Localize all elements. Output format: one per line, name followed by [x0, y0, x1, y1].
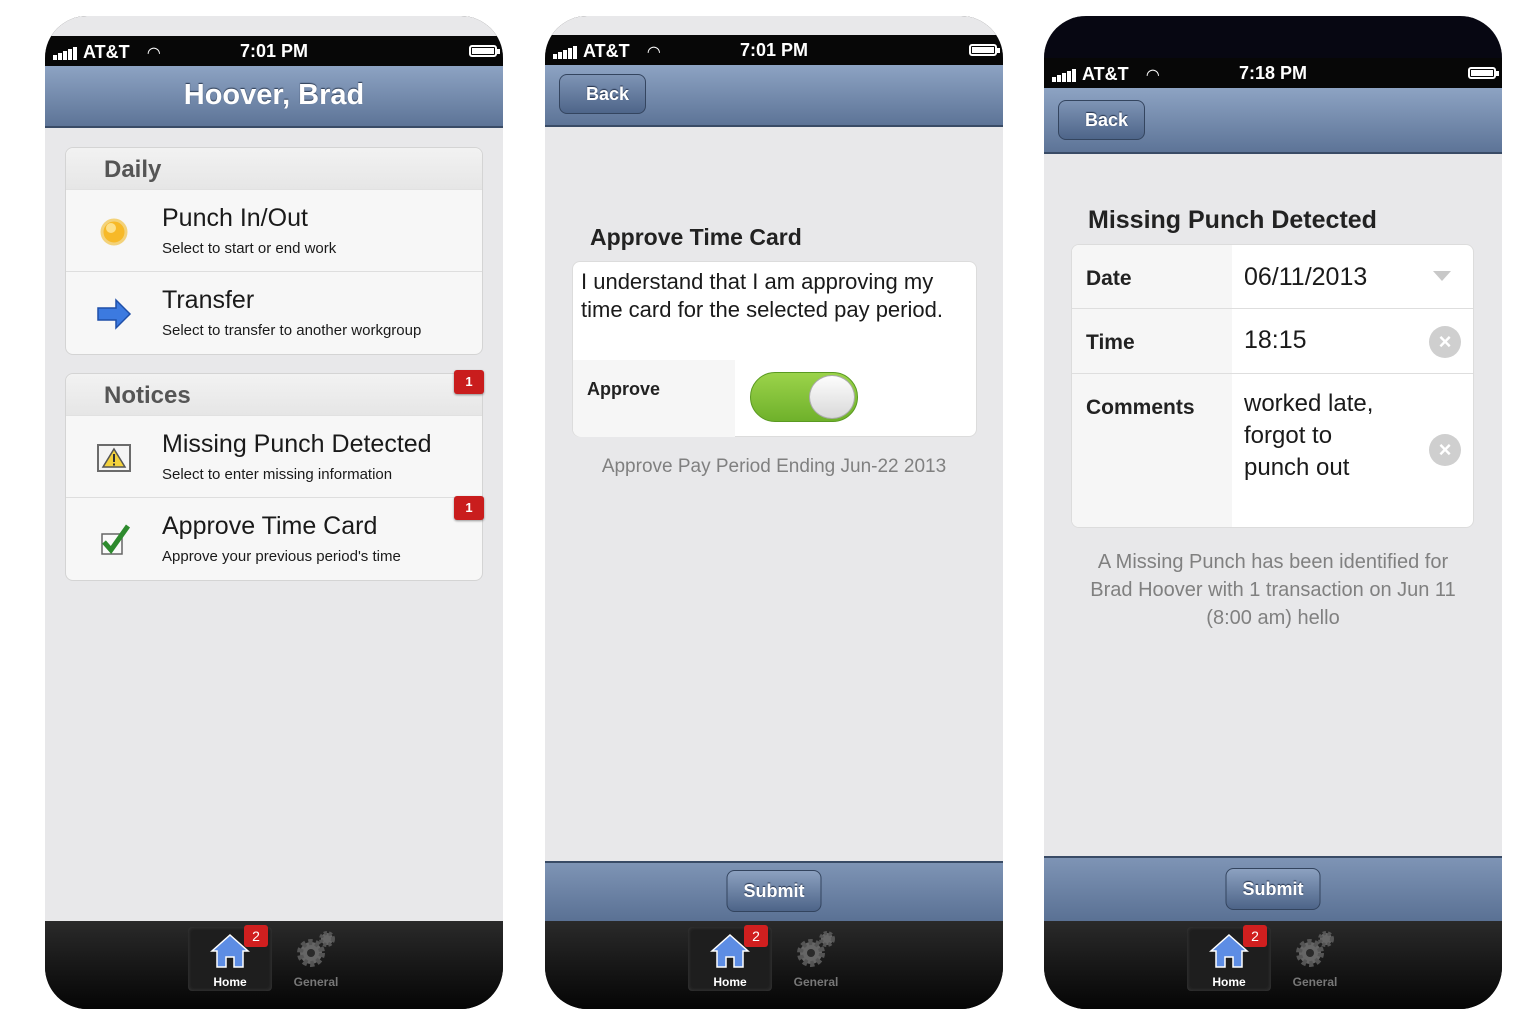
tab-general[interactable]: General: [1273, 927, 1357, 991]
arrow-right-icon: [97, 298, 132, 330]
approve-statement: I understand that I am approving my time…: [581, 269, 943, 322]
tab-home[interactable]: 2 Home: [1187, 925, 1271, 991]
date-label: Date: [1072, 245, 1232, 308]
sun-icon: [100, 218, 128, 246]
comments-value[interactable]: worked late, forgot to punch out: [1244, 388, 1404, 484]
tab-home[interactable]: 2 Home: [688, 925, 772, 991]
page-title: Hoover, Brad: [183, 79, 365, 111]
clear-comments-icon[interactable]: ×: [1429, 434, 1461, 466]
approve-label: Approve: [587, 379, 661, 399]
phone-screen-approve: AT&T ◠ 7:01 PM Back Approve Time Card I …: [545, 16, 1003, 1009]
daily-header: Daily: [66, 148, 482, 190]
missing-punch-note: A Missing Punch has been identified for …: [1090, 551, 1456, 629]
time-label: Time: [1072, 309, 1232, 373]
status-bar: AT&T ◠ 7:01 PM: [545, 35, 1003, 65]
tab-home[interactable]: 2 Home: [188, 925, 272, 991]
list-item-punch[interactable]: Punch In/Out Select to start or end work: [66, 190, 482, 272]
tab-general-label: General: [793, 975, 839, 989]
list-item-subtitle: Approve your previous period's time: [162, 548, 401, 565]
battery-icon: [469, 45, 500, 57]
nav-bar: Back: [1044, 88, 1502, 154]
date-value[interactable]: 06/11/2013: [1244, 263, 1367, 292]
list-item-subtitle: Select to enter missing information: [162, 466, 393, 483]
status-time: 7:01 PM: [239, 41, 309, 61]
phone-screen-home: AT&T ◠ 7:01 PM Hoover, Brad Daily Punch …: [45, 16, 503, 1009]
back-button[interactable]: Back: [1058, 100, 1146, 140]
phone-screen-missing-punch: AT&T ◠ 7:18 PM Back Missing Punch Detect…: [1044, 16, 1502, 1009]
nav-bar: Hoover, Brad: [45, 66, 503, 128]
comments-label: Comments: [1072, 374, 1232, 527]
punch-form: Date 06/11/2013 Time 18:15 × Comments wo…: [1071, 244, 1474, 528]
warning-icon: [97, 444, 131, 472]
home-screen: AT&T ◠ 7:01 PM Hoover, Brad Daily Punch …: [45, 16, 503, 921]
bottom-toolbar: Submit: [545, 861, 1003, 921]
list-item-subtitle: Select to start or end work: [162, 240, 337, 257]
tab-bar: 2 Home General: [545, 921, 1003, 1009]
bottom-toolbar: Submit: [1044, 856, 1502, 921]
section-title: Approve Time Card: [590, 224, 802, 250]
toggle-knob: [809, 375, 855, 419]
submit-button[interactable]: Submit: [726, 870, 822, 912]
tab-bar: 2 Home General: [45, 921, 503, 1009]
list-item-title: Approve Time Card: [162, 512, 378, 540]
gear-icon: [797, 931, 835, 967]
chevron-down-icon[interactable]: [1433, 271, 1451, 283]
home-badge: 2: [744, 925, 768, 947]
submit-button[interactable]: Submit: [1225, 868, 1321, 910]
battery-icon: [969, 44, 1000, 56]
approve-toggle[interactable]: [750, 372, 858, 422]
list-item-missing-punch[interactable]: Missing Punch Detected Select to enter m…: [66, 416, 482, 498]
status-time: 7:18 PM: [1238, 63, 1308, 83]
time-row: Time 18:15 ×: [1072, 309, 1473, 374]
tab-general-label: General: [293, 975, 339, 989]
pay-period-note: Approve Pay Period Ending Jun-22 2013: [601, 456, 947, 477]
notices-header: Notices: [66, 374, 482, 416]
time-value[interactable]: 18:15: [1244, 326, 1307, 355]
gear-icon: [297, 931, 335, 967]
approve-card: I understand that I am approving my time…: [572, 261, 977, 437]
tab-general[interactable]: General: [774, 927, 858, 991]
tab-home-label: Home: [1212, 975, 1246, 989]
section-title: Missing Punch Detected: [1088, 206, 1377, 234]
notices-group: Notices 1 Missing Punch Detected Select …: [65, 370, 484, 581]
list-item-approve[interactable]: 1 Approve Time Card Approve your previou…: [66, 496, 484, 580]
approve-screen: AT&T ◠ 7:01 PM Back Approve Time Card I …: [545, 16, 1003, 921]
tab-home-label: Home: [213, 975, 247, 989]
status-time: 7:01 PM: [739, 40, 809, 60]
comments-row: Comments worked late, forgot to punch ou…: [1072, 374, 1473, 527]
list-item-title: Punch In/Out: [162, 204, 308, 232]
checkmark-icon: [101, 524, 131, 555]
gear-icon: [1296, 931, 1334, 967]
missing-punch-screen: AT&T ◠ 7:18 PM Back Missing Punch Detect…: [1044, 16, 1502, 921]
notices-badge: 1: [454, 370, 484, 394]
date-row: Date 06/11/2013: [1072, 245, 1473, 309]
list-item-transfer[interactable]: Transfer Select to transfer to another w…: [66, 272, 482, 354]
nav-bar: Back: [545, 65, 1003, 127]
home-badge: 2: [1243, 925, 1267, 947]
status-bar: AT&T ◠ 7:18 PM: [1044, 58, 1502, 88]
tab-general-label: General: [1292, 975, 1338, 989]
list-item-title: Transfer: [162, 286, 255, 314]
list-item-title: Missing Punch Detected: [162, 430, 432, 458]
tab-bar: 2 Home General: [1044, 921, 1502, 1009]
approve-badge: 1: [454, 496, 484, 520]
battery-icon: [1468, 67, 1499, 79]
clear-time-icon[interactable]: ×: [1429, 326, 1461, 358]
home-badge: 2: [244, 925, 268, 947]
status-bar: AT&T ◠ 7:01 PM: [45, 36, 503, 66]
back-button[interactable]: Back: [559, 74, 647, 114]
tab-home-label: Home: [713, 975, 747, 989]
tab-general[interactable]: General: [274, 927, 358, 991]
daily-group: Daily Punch In/Out Select to start or en…: [65, 147, 483, 355]
list-item-subtitle: Select to transfer to another workgroup: [162, 322, 422, 339]
